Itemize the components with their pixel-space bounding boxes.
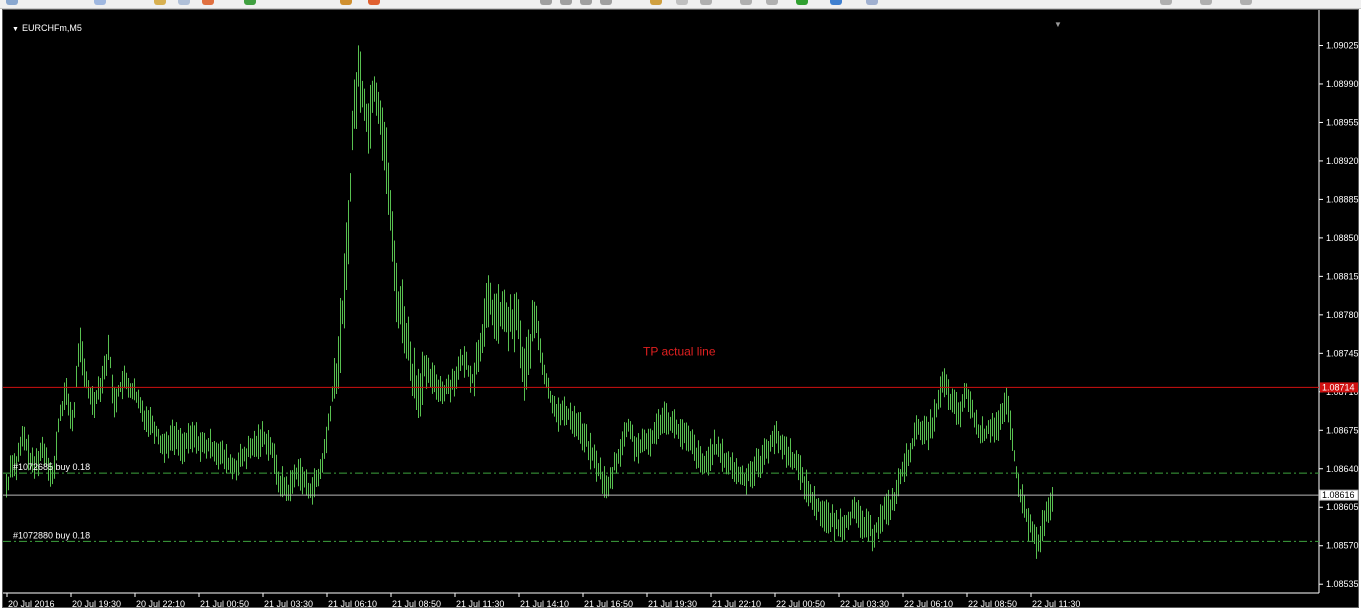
order-label-1: #1072685 buy 0.18 [13, 462, 90, 472]
price-tick-label: 1.08570 [1326, 541, 1359, 551]
price-tick-label: 1.08990 [1326, 79, 1359, 89]
toolbar-icon[interactable] [1200, 0, 1212, 5]
toolbar-icon[interactable] [766, 0, 778, 5]
toolbar-icon[interactable] [340, 0, 352, 5]
price-tick-label: 1.08780 [1326, 310, 1359, 320]
tp-line-label: TP actual line [643, 344, 716, 358]
toolbar-icon[interactable] [1160, 0, 1172, 5]
toolbar-icon[interactable] [580, 0, 592, 5]
order-label-2: #1072880 buy 0.18 [13, 530, 90, 540]
toolbar-icon[interactable] [560, 0, 572, 5]
toolbar-icon[interactable] [540, 0, 552, 5]
price-tick-label: 1.08535 [1326, 579, 1359, 589]
chevron-down-icon[interactable]: ▼ [12, 26, 19, 33]
toolbar-icon[interactable] [650, 0, 662, 5]
symbol-title: EURCHFm,M5 [21, 23, 82, 33]
chart-window[interactable]: 1.09025 1.08990 1.08955 1.08920 1.08885 1.088… [2, 9, 1360, 609]
toolbar-icon[interactable] [740, 0, 752, 5]
toolbar-icon[interactable] [676, 0, 688, 5]
price-tick-label: 1.08815 [1326, 271, 1359, 281]
price-tick-label: 1.08745 [1326, 348, 1359, 358]
toolbar-icon[interactable] [178, 0, 190, 5]
toolbar-icon[interactable] [202, 0, 214, 5]
chevron-down-icon[interactable]: ▼ [1054, 20, 1062, 29]
toolbar [0, 0, 1361, 9]
price-tick-label: 1.08920 [1326, 156, 1359, 166]
toolbar-icon[interactable] [600, 0, 612, 5]
price-chart[interactable]: 1.09025 1.08990 1.08955 1.08920 1.08885 1.088… [3, 10, 1360, 609]
price-tick-label: 1.09025 [1326, 40, 1359, 50]
toolbar-icon[interactable] [154, 0, 166, 5]
toolbar-icon[interactable] [6, 0, 18, 5]
toolbar-icon[interactable] [796, 0, 808, 5]
toolbar-icon[interactable] [244, 0, 256, 5]
toolbar-icon[interactable] [368, 0, 380, 5]
toolbar-icon[interactable] [700, 0, 712, 5]
chart-title: ▼ EURCHFm,M5 [12, 23, 82, 33]
price-tick-label: 1.08850 [1326, 233, 1359, 243]
price-tick-label: 1.08955 [1326, 117, 1359, 127]
tp-price-label: 1.08714 [1322, 382, 1355, 392]
price-tick-label: 1.08640 [1326, 464, 1359, 474]
toolbar-icon[interactable] [866, 0, 878, 5]
toolbar-icon[interactable] [830, 0, 842, 5]
price-tick-label: 1.08675 [1326, 425, 1359, 435]
toolbar-icon[interactable] [1240, 0, 1252, 5]
price-tick-label: 1.08605 [1326, 502, 1359, 512]
toolbar-icon[interactable] [94, 0, 106, 5]
bid-price-label: 1.08616 [1322, 490, 1355, 500]
price-tick-label: 1.08885 [1326, 194, 1359, 204]
